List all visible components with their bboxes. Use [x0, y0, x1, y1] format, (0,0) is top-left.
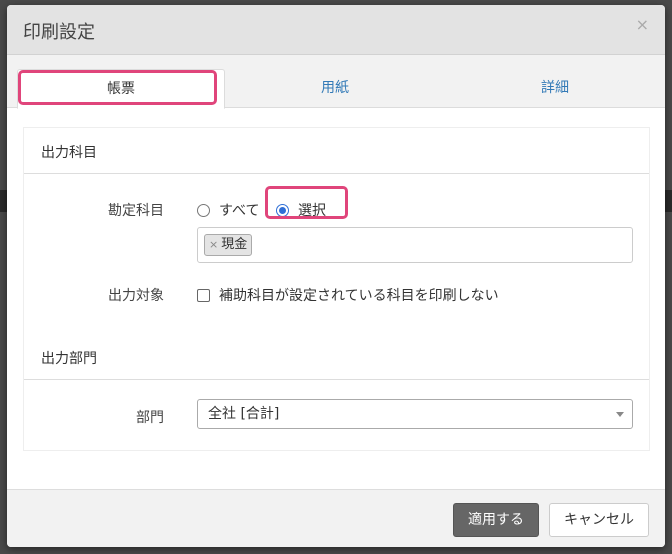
close-icon[interactable]: ×: [636, 17, 649, 33]
radio-select-label[interactable]: 選択: [298, 200, 326, 220]
department-label: 部門: [136, 410, 164, 426]
backdrop-strip: [0, 190, 7, 212]
print-settings-dialog: 印刷設定 × 帳票 用紙 詳細 出力科目 勘定科目 すべて 選択 × 現金 出力対…: [7, 5, 665, 547]
skip-sub-accounts-label[interactable]: 補助科目が設定されている科目を印刷しない: [219, 285, 499, 305]
tab-forms[interactable]: 帳票: [17, 69, 225, 109]
dialog-header: 印刷設定 ×: [7, 5, 665, 55]
tag-label: 現金: [221, 237, 248, 252]
department-select[interactable]: 全社 [合計]: [197, 399, 633, 429]
section-title-output-department: 出力部門: [41, 351, 97, 367]
apply-button[interactable]: 適用する: [453, 503, 539, 537]
radio-select[interactable]: [276, 204, 289, 217]
department-select-value: 全社 [合計]: [208, 406, 280, 422]
dialog-title: 印刷設定: [23, 22, 95, 43]
tab-bar: 帳票 用紙 詳細: [7, 55, 665, 109]
backdrop-strip: [665, 190, 672, 212]
cancel-button[interactable]: キャンセル: [549, 503, 649, 537]
tab-details[interactable]: 詳細: [445, 69, 665, 108]
tag-chip: × 現金: [204, 234, 253, 256]
skip-sub-accounts-checkbox[interactable]: [197, 289, 210, 302]
radio-all-label[interactable]: すべて: [219, 200, 259, 220]
divider: [24, 173, 649, 174]
account-tag-input[interactable]: × 現金: [197, 227, 633, 263]
chevron-down-icon: [616, 412, 624, 417]
output-target-label: 出力対象: [108, 288, 164, 304]
dialog-footer: 適用する キャンセル: [7, 489, 665, 547]
tab-paper[interactable]: 用紙: [225, 69, 445, 108]
radio-all[interactable]: [197, 204, 210, 217]
section-title-output-accounts: 出力科目: [41, 145, 97, 161]
account-label: 勘定科目: [108, 203, 164, 219]
divider: [24, 379, 649, 380]
settings-panel: 出力科目 勘定科目 すべて 選択 × 現金 出力対象 補助科目が設定されている科目…: [23, 127, 650, 451]
tag-remove-icon[interactable]: ×: [209, 238, 218, 251]
